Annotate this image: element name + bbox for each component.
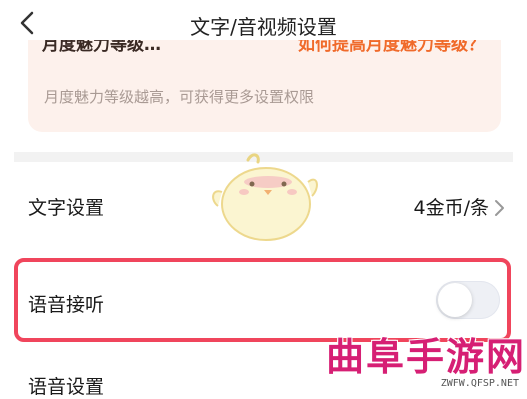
voice-answer-label: 语音接听	[28, 294, 105, 316]
chevron-right-icon	[495, 200, 504, 216]
page-title: 文字/音视频设置	[190, 15, 337, 39]
voice-answer-toggle[interactable]	[436, 281, 500, 319]
site-watermark: 曲阜手游网 ZWFW.QFSP.NET	[318, 326, 527, 391]
voice-settings-label[interactable]: 语音设置	[28, 372, 104, 399]
text-settings-label: 文字设置	[28, 197, 105, 219]
promo-level-text: 月度魅力等级…	[42, 40, 161, 55]
toggle-knob	[438, 283, 472, 317]
promo-description: 月度魅力等级越高，可获得更多设置权限	[44, 88, 315, 106]
text-price-value: 4金币/条	[413, 197, 490, 219]
promo-help-link[interactable]: 如何提高月度魅力等级？	[298, 40, 485, 55]
watermark-domain: ZWFW.QFSP.NET	[440, 378, 519, 389]
promo-card: 月度魅力等级… 如何提高月度魅力等级？ 月度魅力等级越高，可获得更多设置权限	[28, 40, 501, 132]
watermark-title: 曲阜手游网	[326, 334, 527, 379]
chick-mascot-icon	[212, 153, 318, 241]
